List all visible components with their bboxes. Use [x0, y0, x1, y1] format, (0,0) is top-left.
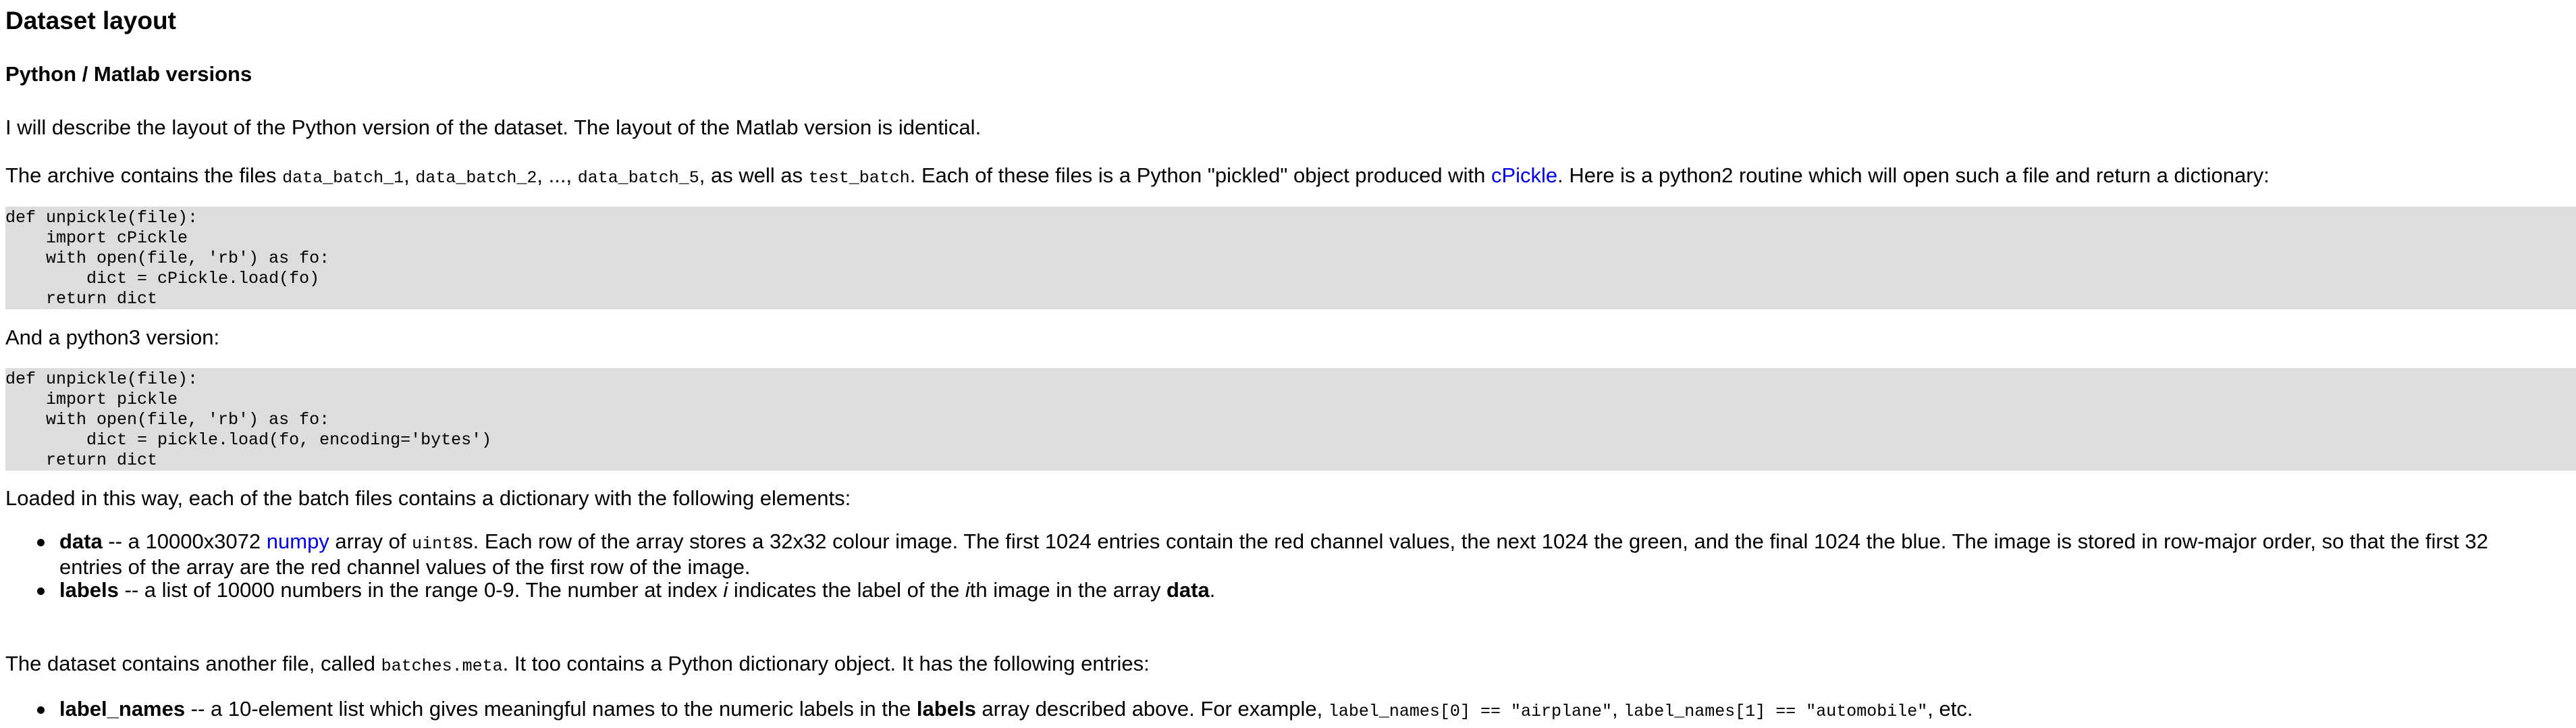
code-block-python2: def unpickle(file): import cPickle with … — [5, 207, 2576, 309]
data-text-4: entries of the array are the red channel… — [59, 555, 751, 579]
python3-label: And a python3 version: — [5, 326, 220, 349]
labels-text-4: . — [1209, 578, 1216, 602]
archive-text-5: . Each of these files is a Python "pickl… — [909, 163, 1491, 187]
file-name-batch-2: data_batch_2 — [415, 168, 537, 188]
batch-elements-list: data -- a 10000x3072 numpy array of uint… — [5, 530, 2571, 602]
archive-text-6: . Here is a python2 routine which will o… — [1557, 163, 2270, 187]
bold-data: data — [1166, 578, 1210, 602]
meta-entries-list: label_names -- a 10-element list which g… — [5, 698, 2571, 723]
term-labels: labels — [59, 578, 119, 602]
labels-text-3: th image in the array — [969, 578, 1166, 602]
archive-text-3: , ..., — [537, 163, 578, 187]
term-data: data — [59, 529, 103, 553]
meta-text-1: The dataset contains another file, calle… — [5, 652, 381, 675]
list-item-label-names: label_names -- a 10-element list which g… — [37, 697, 2571, 723]
list-item-labels: labels -- a list of 10000 numbers in the… — [37, 578, 2571, 602]
data-text-2: array of — [329, 529, 412, 553]
code-uint8: uint8 — [412, 534, 463, 554]
archive-text-2: , — [404, 163, 416, 187]
file-name-test-batch: test_batch — [808, 168, 910, 188]
code-block-python3: def unpickle(file): import pickle with o… — [5, 368, 2576, 471]
page-title: Dataset layout — [5, 7, 176, 34]
italic-i-2: i — [965, 578, 970, 602]
data-text-3: s. Each row of the array stores a 32x32 … — [462, 529, 2488, 553]
loaded-paragraph: Loaded in this way, each of the batch fi… — [5, 486, 851, 510]
label-names-text-1: -- a 10-element list which gives meaning… — [185, 697, 917, 721]
cpickle-link[interactable]: cPickle — [1491, 163, 1557, 187]
list-item-data: data -- a 10000x3072 numpy array of uint… — [37, 529, 2571, 579]
archive-paragraph: The archive contains the files data_batc… — [5, 162, 2270, 192]
labels-text-2: indicates the label of the — [728, 578, 965, 602]
file-name-batch-1: data_batch_1 — [282, 168, 404, 188]
label-names-text-3: , — [1611, 697, 1624, 721]
label-names-text-2: array described above. For example, — [975, 697, 1329, 721]
section-heading: Python / Matlab versions — [5, 62, 252, 86]
numpy-link[interactable]: numpy — [267, 529, 329, 553]
archive-text-1: The archive contains the files — [5, 163, 283, 187]
file-name-batch-5: data_batch_5 — [577, 168, 699, 188]
meta-paragraph: The dataset contains another file, calle… — [5, 650, 1150, 680]
data-text-1: -- a 10000x3072 — [102, 529, 267, 553]
code-batches-meta: batches.meta — [381, 656, 503, 676]
label-names-text-4: , etc. — [1927, 697, 1973, 721]
labels-text-1: -- a list of 10000 numbers in the range … — [118, 578, 724, 602]
bold-labels: labels — [916, 697, 976, 721]
intro-paragraph: I will describe the layout of the Python… — [5, 115, 982, 139]
meta-text-2: . It too contains a Python dictionary ob… — [502, 652, 1150, 675]
code-label-names-0: label_names[0] == "airplane" — [1328, 702, 1612, 721]
code-label-names-1: label_names[1] == "automobile" — [1624, 702, 1928, 721]
term-label-names: label_names — [59, 697, 186, 721]
archive-text-4: , as well as — [699, 163, 809, 187]
